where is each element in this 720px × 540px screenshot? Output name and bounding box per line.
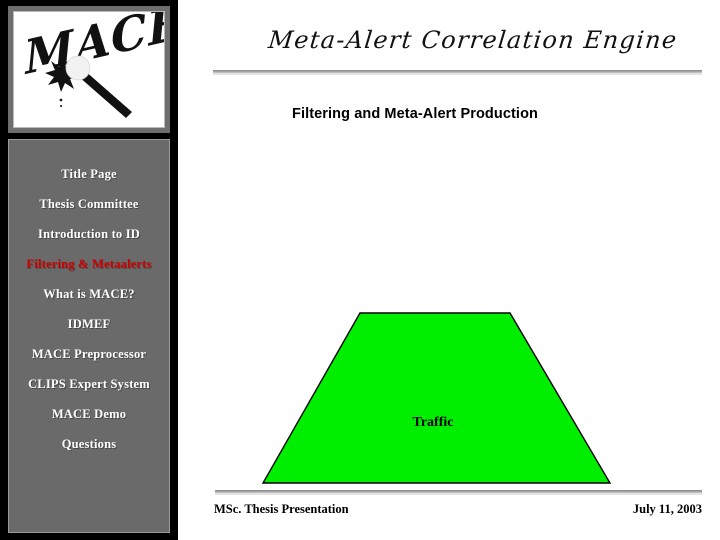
sidebar-item-clips-expert-system[interactable]: CLIPS Expert System bbox=[9, 369, 169, 399]
sidebar-item-what-is-mace[interactable]: What is MACE? bbox=[9, 279, 169, 309]
traffic-funnel-label: Traffic bbox=[413, 415, 454, 430]
presentation-banner-title: Meta-Alert Correlation Engine bbox=[267, 26, 679, 54]
sidebar-item-idmef[interactable]: IDMEF bbox=[9, 309, 169, 339]
sidebar-item-thesis-committee[interactable]: Thesis Committee bbox=[9, 189, 169, 219]
logo-image: MACE bbox=[13, 11, 165, 128]
traffic-funnel-shape bbox=[261, 312, 612, 484]
sidebar-item-mace-demo[interactable]: MACE Demo bbox=[9, 399, 169, 429]
sidebar-item-filtering-metaalerts[interactable]: Filtering & Metaalerts bbox=[9, 249, 169, 279]
logo-panel: MACE bbox=[8, 6, 170, 133]
sidebar: MACE Title Page Thesis Committee Introdu… bbox=[0, 0, 178, 540]
sidebar-item-questions[interactable]: Questions bbox=[9, 429, 169, 459]
sidebar-item-introduction-to-id[interactable]: Introduction to ID bbox=[9, 219, 169, 249]
sidebar-nav: Title Page Thesis Committee Introduction… bbox=[8, 139, 170, 533]
header-divider bbox=[213, 70, 702, 75]
footer-left-text: MSc. Thesis Presentation bbox=[214, 502, 349, 516]
footer-right-date: July 11, 2003 bbox=[632, 502, 702, 516]
mace-logo-svg: MACE bbox=[14, 12, 164, 127]
sidebar-item-mace-preprocessor[interactable]: MACE Preprocessor bbox=[9, 339, 169, 369]
footer-divider bbox=[215, 490, 702, 495]
slide-canvas: MACE Title Page Thesis Committee Introdu… bbox=[0, 0, 720, 540]
slide-title: Filtering and Meta-Alert Production bbox=[292, 106, 538, 122]
diagram-area: Traffic bbox=[178, 140, 720, 490]
sidebar-item-title-page[interactable]: Title Page bbox=[9, 159, 169, 189]
diagram-svg: Traffic bbox=[261, 312, 612, 484]
